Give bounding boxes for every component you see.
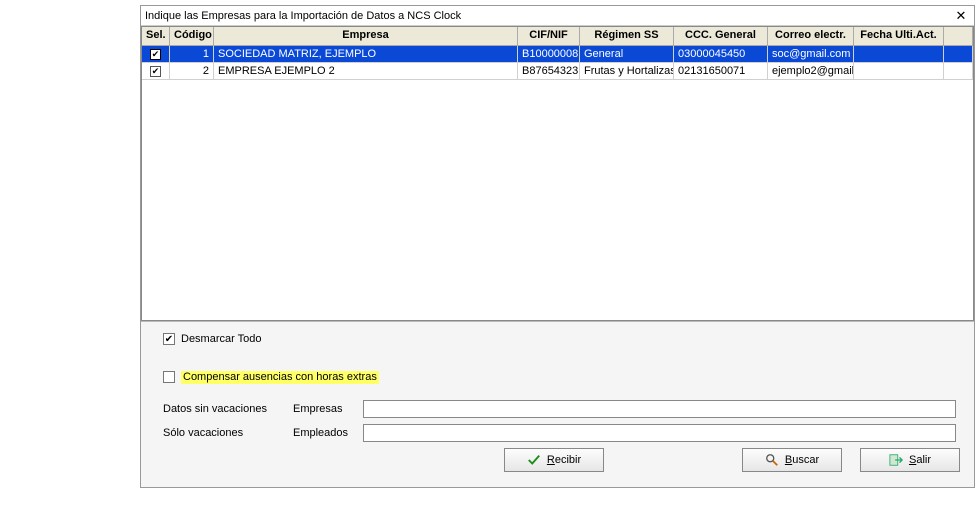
- salir-button[interactable]: Salir: [860, 448, 960, 472]
- exit-icon: [889, 453, 903, 467]
- header-fecha[interactable]: Fecha Ulti.Act.: [854, 27, 944, 46]
- cell: 1: [170, 46, 214, 63]
- header-empresa[interactable]: Empresa: [214, 27, 518, 46]
- row-empleados: Sólo vacaciones Empleados: [163, 424, 964, 442]
- bottom-panel: Desmarcar Todo Compensar ausencias con h…: [141, 321, 974, 487]
- row-checkbox[interactable]: [150, 49, 161, 60]
- cell: B10000008: [518, 46, 580, 63]
- row-checkbox[interactable]: [150, 66, 161, 77]
- cell: EMPRESA EJEMPLO 2: [214, 63, 518, 80]
- cell: 02131650071: [674, 63, 768, 80]
- search-icon: [765, 453, 779, 467]
- button-row: RRecibirecibir Buscar Salir: [163, 448, 964, 472]
- input-empleados[interactable]: [363, 424, 956, 442]
- header-sel[interactable]: Sel.: [142, 27, 170, 46]
- input-empresas[interactable]: [363, 400, 956, 418]
- header-cif[interactable]: CIF/NIF: [518, 27, 580, 46]
- cell-select[interactable]: [142, 46, 170, 63]
- header-pad: [944, 27, 973, 46]
- row-empresas: Datos sin vacaciones Empresas: [163, 400, 964, 418]
- header-codigo[interactable]: Código: [170, 27, 214, 46]
- label-desmarcar: Desmarcar Todo: [181, 333, 262, 345]
- cell: SOCIEDAD MATRIZ, EJEMPLO: [214, 46, 518, 63]
- grid-header: Sel. Código Empresa CIF/NIF Régimen SS C…: [142, 27, 973, 46]
- table-row[interactable]: 1SOCIEDAD MATRIZ, EJEMPLOB10000008Genera…: [142, 46, 973, 63]
- grid-body: 1SOCIEDAD MATRIZ, EJEMPLOB10000008Genera…: [142, 46, 973, 80]
- label-compensar: Compensar ausencias con horas extras: [181, 371, 379, 384]
- cell: [854, 63, 944, 80]
- cell: [854, 46, 944, 63]
- cell-select[interactable]: [142, 63, 170, 80]
- opt-compensar[interactable]: Compensar ausencias con horas extras: [163, 368, 964, 386]
- label-solo-vac: Sólo vacaciones: [163, 427, 243, 439]
- cell: [944, 46, 973, 63]
- window-title: Indique las Empresas para la Importación…: [145, 10, 952, 22]
- close-button[interactable]: ✕: [952, 8, 970, 24]
- recibir-button[interactable]: RRecibirecibir: [504, 448, 604, 472]
- checkbox-desmarcar[interactable]: [163, 333, 175, 345]
- titlebar: Indique las Empresas para la Importación…: [141, 6, 974, 26]
- check-icon: [527, 453, 541, 467]
- cell: 03000045450: [674, 46, 768, 63]
- opt-desmarcar[interactable]: Desmarcar Todo: [163, 330, 964, 348]
- label-empresas: Empresas: [293, 403, 363, 415]
- label-datos-sin-vac: Datos sin vacaciones: [163, 403, 267, 415]
- cell: B87654323: [518, 63, 580, 80]
- companies-grid[interactable]: Sel. Código Empresa CIF/NIF Régimen SS C…: [141, 26, 974, 321]
- buscar-button[interactable]: Buscar: [742, 448, 842, 472]
- header-regimen[interactable]: Régimen SS: [580, 27, 674, 46]
- label-empleados: Empleados: [293, 427, 363, 439]
- table-row[interactable]: 2EMPRESA EJEMPLO 2B87654323Frutas y Hort…: [142, 63, 973, 80]
- cell: soc@gmail.com: [768, 46, 854, 63]
- cell: Frutas y Hortalizas: [580, 63, 674, 80]
- checkbox-compensar[interactable]: [163, 371, 175, 383]
- cell: 2: [170, 63, 214, 80]
- header-ccc[interactable]: CCC. General: [674, 27, 768, 46]
- cell: ejemplo2@gmail.c: [768, 63, 854, 80]
- cell: [944, 63, 973, 80]
- cell: General: [580, 46, 674, 63]
- import-dialog: Indique las Empresas para la Importación…: [140, 5, 975, 488]
- header-correo[interactable]: Correo electr.: [768, 27, 854, 46]
